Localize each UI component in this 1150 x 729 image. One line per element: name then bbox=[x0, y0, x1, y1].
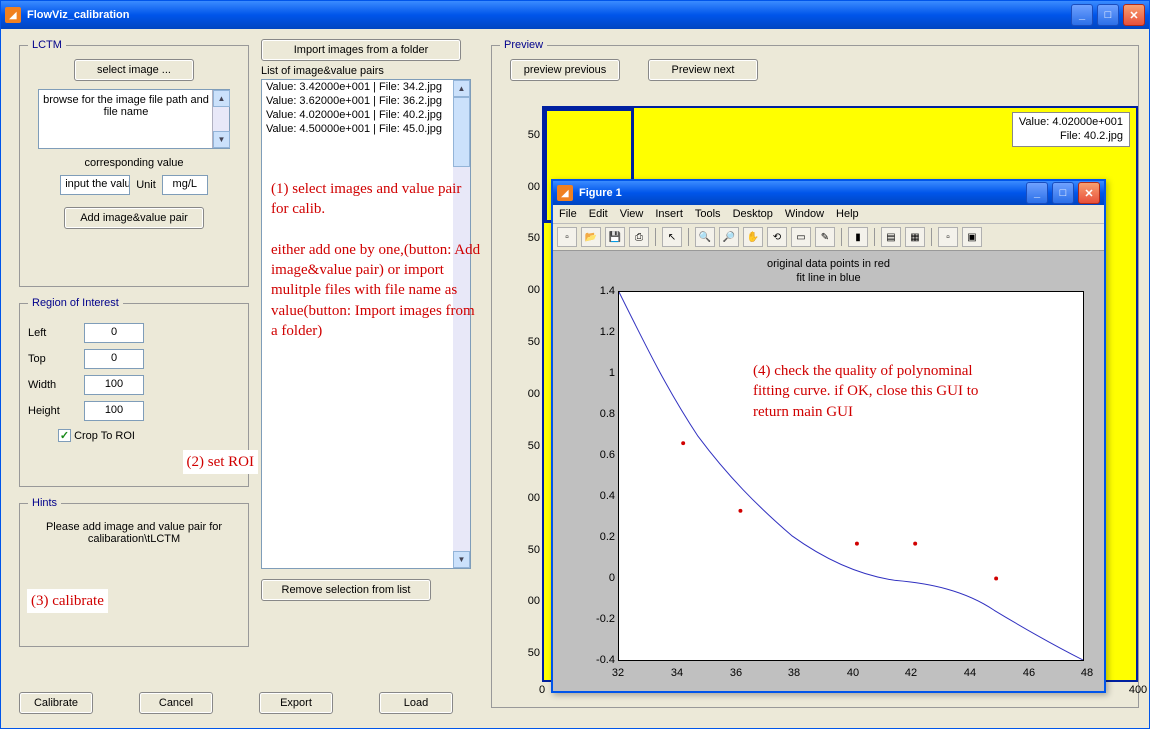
pointer-icon[interactable]: ↖ bbox=[662, 227, 682, 247]
close-button[interactable]: ✕ bbox=[1123, 4, 1145, 26]
roi-panel: Region of Interest Left 0 Top 0 Width 100 H… bbox=[19, 297, 249, 487]
list-item[interactable]: Value: 3.62000e+001 | File: 36.2.jpg bbox=[262, 94, 470, 108]
roi-height-label: Height bbox=[28, 405, 78, 417]
import-folder-button[interactable]: Import images from a folder bbox=[261, 39, 461, 61]
app-icon bbox=[557, 185, 573, 201]
cancel-button[interactable]: Cancel bbox=[139, 692, 213, 714]
corresponding-value-label: corresponding value bbox=[28, 157, 240, 169]
figure-axes: original data points in red fit line in … bbox=[553, 251, 1104, 691]
crop-to-roi-label: Crop To ROI bbox=[74, 430, 135, 442]
value-input[interactable]: input the valu bbox=[60, 175, 130, 195]
preview-next-button[interactable]: Preview next bbox=[648, 59, 758, 81]
roi-top-label: Top bbox=[28, 353, 78, 365]
menu-view[interactable]: View bbox=[620, 208, 644, 220]
pan-icon[interactable]: ✋ bbox=[743, 227, 763, 247]
remove-selection-button[interactable]: Remove selection from list bbox=[261, 579, 431, 601]
app-icon bbox=[5, 7, 21, 23]
hints-panel: Hints Please add image and value pair fo… bbox=[19, 497, 249, 647]
crop-to-roi-checkbox[interactable]: ✓ bbox=[58, 429, 71, 442]
hide-tools-icon[interactable]: ▫ bbox=[938, 227, 958, 247]
roi-left-label: Left bbox=[28, 327, 78, 339]
list-item[interactable]: Value: 4.50000e+001 | File: 45.0.jpg bbox=[262, 122, 470, 136]
figure-plot-title: original data points in red fit line in … bbox=[553, 257, 1104, 286]
new-figure-icon[interactable]: ▫ bbox=[557, 227, 577, 247]
figure-minimize-button[interactable]: _ bbox=[1026, 182, 1048, 204]
add-pair-button[interactable]: Add image&value pair bbox=[64, 207, 204, 229]
preview-previous-button[interactable]: preview previous bbox=[510, 59, 620, 81]
preview-legend: Preview bbox=[500, 39, 547, 51]
figure-titlebar[interactable]: Figure 1 _ □ ✕ bbox=[553, 181, 1104, 205]
annotation-4: (4) check the quality of polynominal fit… bbox=[753, 361, 1003, 422]
list-item[interactable]: Value: 4.02000e+001 | File: 40.2.jpg bbox=[262, 108, 470, 122]
open-icon[interactable]: 📂 bbox=[581, 227, 601, 247]
zoom-out-icon[interactable]: 🔎 bbox=[719, 227, 739, 247]
zoom-in-icon[interactable]: 🔍 bbox=[695, 227, 715, 247]
annotation-2: (2) set ROI bbox=[183, 450, 259, 474]
menu-insert[interactable]: Insert bbox=[655, 208, 683, 220]
scrollbar[interactable]: ▲▼ bbox=[212, 90, 229, 148]
annotation-1: (1) select images and value pair for cal… bbox=[271, 179, 481, 341]
list-item[interactable]: Value: 3.42000e+001 | File: 34.2.jpg bbox=[262, 80, 470, 94]
menu-tools[interactable]: Tools bbox=[695, 208, 721, 220]
image-path-field[interactable]: browse for the image file path and file … bbox=[38, 89, 230, 149]
hints-legend: Hints bbox=[28, 497, 61, 509]
menu-edit[interactable]: Edit bbox=[589, 208, 608, 220]
fit-curve bbox=[619, 292, 1083, 660]
figure-close-button[interactable]: ✕ bbox=[1078, 182, 1100, 204]
colorbar-icon[interactable]: ▮ bbox=[848, 227, 868, 247]
dock-icon[interactable]: ▣ bbox=[962, 227, 982, 247]
unit-label: Unit bbox=[136, 179, 156, 191]
link-icon[interactable]: ▦ bbox=[905, 227, 925, 247]
roi-left-input[interactable]: 0 bbox=[84, 323, 144, 343]
roi-width-input[interactable]: 100 bbox=[84, 375, 144, 395]
lctm-legend: LCTM bbox=[28, 39, 66, 51]
list-label: List of image&value pairs bbox=[261, 65, 481, 77]
preview-caption: Value: 4.02000e+001 File: 40.2.jpg bbox=[1012, 112, 1130, 147]
export-button[interactable]: Export bbox=[259, 692, 333, 714]
main-window: FlowViz_calibration _ □ ✕ LCTM select im… bbox=[0, 0, 1150, 729]
rotate-icon[interactable]: ⟲ bbox=[767, 227, 787, 247]
maximize-button[interactable]: □ bbox=[1097, 4, 1119, 26]
main-titlebar[interactable]: FlowViz_calibration _ □ ✕ bbox=[1, 1, 1149, 29]
minimize-button[interactable]: _ bbox=[1071, 4, 1093, 26]
roi-width-label: Width bbox=[28, 379, 78, 391]
menu-desktop[interactable]: Desktop bbox=[733, 208, 773, 220]
roi-top-input[interactable]: 0 bbox=[84, 349, 144, 369]
roi-legend: Region of Interest bbox=[28, 297, 123, 309]
calibrate-button[interactable]: Calibrate bbox=[19, 692, 93, 714]
legend-icon[interactable]: ▤ bbox=[881, 227, 901, 247]
hints-text: Please add image and value pair for cali… bbox=[28, 517, 240, 549]
select-image-button[interactable]: select image ... bbox=[74, 59, 194, 81]
load-button[interactable]: Load bbox=[379, 692, 453, 714]
save-icon[interactable]: 💾 bbox=[605, 227, 625, 247]
menu-help[interactable]: Help bbox=[836, 208, 859, 220]
brush-icon[interactable]: ✎ bbox=[815, 227, 835, 247]
menu-window[interactable]: Window bbox=[785, 208, 824, 220]
roi-height-input[interactable]: 100 bbox=[84, 401, 144, 421]
menu-file[interactable]: File bbox=[559, 208, 577, 220]
figure-window[interactable]: Figure 1 _ □ ✕ File Edit View Insert Too… bbox=[551, 179, 1106, 693]
unit-input[interactable]: mg/L bbox=[162, 175, 208, 195]
annotation-3: (3) calibrate bbox=[27, 589, 108, 613]
figure-plot-area bbox=[618, 291, 1084, 661]
window-title: FlowViz_calibration bbox=[27, 9, 130, 21]
figure-maximize-button[interactable]: □ bbox=[1052, 182, 1074, 204]
figure-toolbar: ▫ 📂 💾 ⎙ ↖ 🔍 🔎 ✋ ⟲ ▭ ✎ ▮ ▤ ▦ ▫ ▣ bbox=[553, 224, 1104, 251]
lctm-panel: LCTM select image ... browse for the ima… bbox=[19, 39, 249, 287]
figure-menubar[interactable]: File Edit View Insert Tools Desktop Wind… bbox=[553, 205, 1104, 224]
print-icon[interactable]: ⎙ bbox=[629, 227, 649, 247]
figure-title: Figure 1 bbox=[579, 187, 622, 199]
datacursor-icon[interactable]: ▭ bbox=[791, 227, 811, 247]
